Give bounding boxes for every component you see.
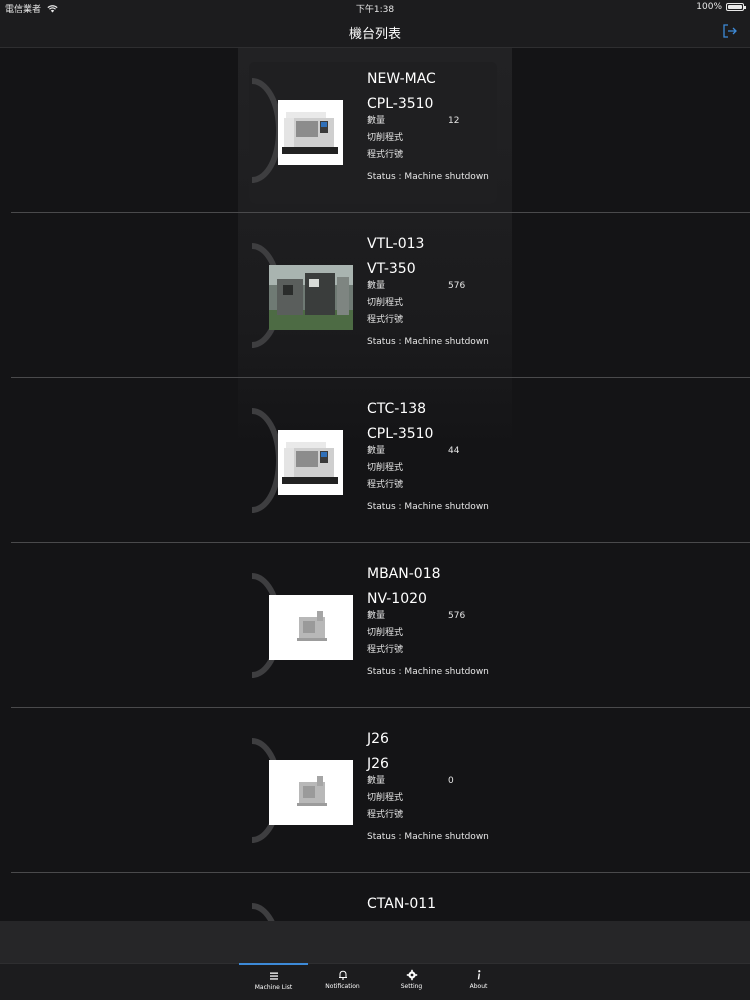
machine-image — [278, 100, 343, 165]
quantity-label: 數量 — [367, 776, 386, 786]
cutting-program-label: 切削程式 — [367, 463, 404, 473]
machine-id: J26 — [367, 731, 389, 747]
status-bar: 電信業者 下午1:38 100% — [0, 0, 750, 16]
machine-status: Status : Machine shutdown — [367, 337, 489, 347]
cutting-program-label: 切削程式 — [367, 133, 404, 143]
machine-row[interactable]: MBAN-018 NV-1020 數量 576 切削程式 程式行號 Status … — [0, 543, 750, 708]
screen: 電信業者 下午1:38 100% 機台列表 NEW-MAC CPL-3510 數… — [0, 0, 750, 1000]
machine-id: MBAN-018 — [367, 566, 441, 582]
program-line-label: 程式行號 — [367, 150, 404, 160]
arc-decoration — [252, 903, 282, 921]
program-line-label: 程式行號 — [367, 810, 404, 820]
quantity-label: 數量 — [367, 446, 386, 456]
quantity-label: 數量 — [367, 611, 386, 621]
cutting-program-label: 切削程式 — [367, 298, 404, 308]
page-title: 機台列表 — [348, 27, 401, 42]
quantity-label: 數量 — [367, 281, 386, 291]
cutting-program-label: 切削程式 — [367, 793, 404, 803]
list-icon — [269, 972, 278, 980]
program-line-label: 程式行號 — [367, 480, 404, 490]
machine-status: Status : Machine shutdown — [367, 502, 489, 512]
tab-label: Machine List — [254, 984, 293, 991]
info-icon — [477, 970, 480, 980]
program-line-label: 程式行號 — [367, 645, 404, 655]
program-line-label: 程式行號 — [367, 315, 404, 325]
machine-model: CPL-3510 — [367, 96, 434, 112]
quantity-value: 44 — [448, 446, 460, 456]
tab-notification[interactable]: Notification — [308, 964, 377, 1000]
tab-bar: Machine List Notification Setting About — [0, 963, 750, 1000]
machine-model: NV-1020 — [367, 591, 427, 607]
machine-status: Status : Machine shutdown — [367, 667, 489, 677]
machine-status: Status : Machine shutdown — [367, 172, 489, 182]
quantity-label: 數量 — [367, 116, 386, 126]
bell-icon — [338, 970, 347, 980]
arc-decoration — [252, 408, 282, 513]
status-time: 下午1:38 — [355, 5, 395, 15]
quantity-value: 12 — [448, 116, 460, 126]
machine-status: Status : Machine shutdown — [367, 832, 489, 842]
machine-id: CTAN-011 — [367, 896, 437, 912]
tab-label: About — [469, 983, 488, 990]
machine-row[interactable]: NEW-MAC CPL-3510 數量 12 切削程式 程式行號 Status :… — [0, 48, 750, 213]
nav-bar: 機台列表 — [0, 16, 750, 48]
machine-id: VTL-013 — [367, 236, 425, 252]
battery-percent: 100% — [696, 2, 722, 12]
logout-icon[interactable] — [722, 23, 738, 39]
machine-id: NEW-MAC — [367, 71, 436, 87]
machine-image — [278, 430, 343, 495]
machine-id: CTC-138 — [367, 401, 427, 417]
quantity-value: 576 — [448, 611, 466, 621]
tab-about[interactable]: About — [444, 964, 513, 1000]
machine-row[interactable]: VTL-013 VT-350 數量 576 切削程式 程式行號 Status : … — [0, 213, 750, 378]
tab-setting[interactable]: Setting — [377, 964, 446, 1000]
machine-row[interactable]: CTAN-011 — [0, 873, 750, 921]
machine-list[interactable]: NEW-MAC CPL-3510 數量 12 切削程式 程式行號 Status :… — [0, 48, 750, 921]
cutting-program-label: 切削程式 — [367, 628, 404, 638]
machine-image-placeholder — [269, 760, 353, 825]
machine-model: CPL-3510 — [367, 426, 434, 442]
machine-row[interactable]: CTC-138 CPL-3510 數量 44 切削程式 程式行號 Status :… — [0, 378, 750, 543]
tab-label: Setting — [400, 983, 423, 990]
gear-icon — [406, 969, 417, 981]
machine-image — [269, 265, 353, 330]
machine-model: J26 — [367, 756, 389, 772]
tab-machine-list[interactable]: Machine List — [239, 963, 308, 1000]
machine-model: VT-350 — [367, 261, 416, 277]
battery-icon — [726, 3, 746, 11]
machine-image-placeholder — [269, 595, 353, 660]
quantity-value: 0 — [448, 776, 454, 786]
quantity-value: 576 — [448, 281, 466, 291]
machine-row[interactable]: J26 J26 數量 0 切削程式 程式行號 Status : Machine s… — [0, 708, 750, 873]
bottom-spacer — [0, 921, 750, 963]
tab-label: Notification — [325, 983, 360, 990]
arc-decoration — [252, 78, 282, 183]
